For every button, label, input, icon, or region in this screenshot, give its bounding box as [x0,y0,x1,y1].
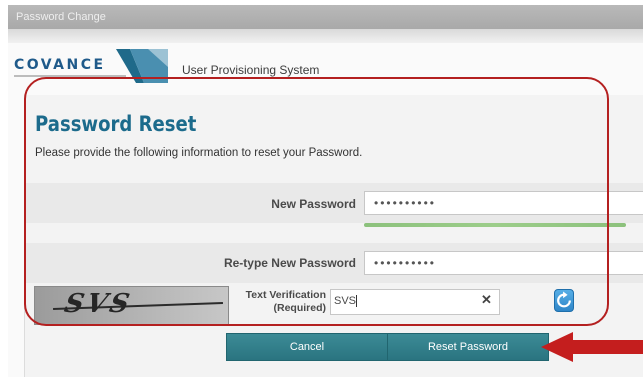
text-verification-label: Text Verification (Required) [232,289,326,315]
title-bar-shade [8,29,643,43]
password-strength-bar [364,223,626,227]
captcha-text: SVS [61,289,135,319]
reset-password-button[interactable]: Reset Password [387,333,549,361]
close-icon[interactable]: ✕ [481,292,492,308]
window-title: Password Change [16,11,106,23]
cancel-button[interactable]: Cancel [226,333,388,361]
text-cursor [356,295,358,308]
system-name: User Provisioning System [182,63,320,77]
new-password-field[interactable]: •••••••••• [364,191,643,215]
text-verification-input[interactable]: SVS [330,289,500,315]
arrow-left-icon [541,332,643,362]
retype-password-field[interactable]: •••••••••• [364,251,643,275]
new-password-label: New Password [271,197,356,211]
text-verification-label-line2: (Required) [273,302,327,314]
window-title-bar: Password Change [8,5,643,29]
text-verification-label-line1: Text Verification [245,289,326,301]
company-logo-mark [116,49,168,83]
company-logo: COVANCE [14,57,106,73]
page-title: Password Reset [35,112,197,136]
instructions-text: Please provide the following information… [35,147,363,159]
text-verification-value: SVS [334,295,357,307]
logo-underline [14,75,126,77]
captcha-image: SVS [34,286,229,325]
refresh-icon[interactable] [554,289,574,312]
retype-password-label: Re-type New Password [223,256,356,270]
